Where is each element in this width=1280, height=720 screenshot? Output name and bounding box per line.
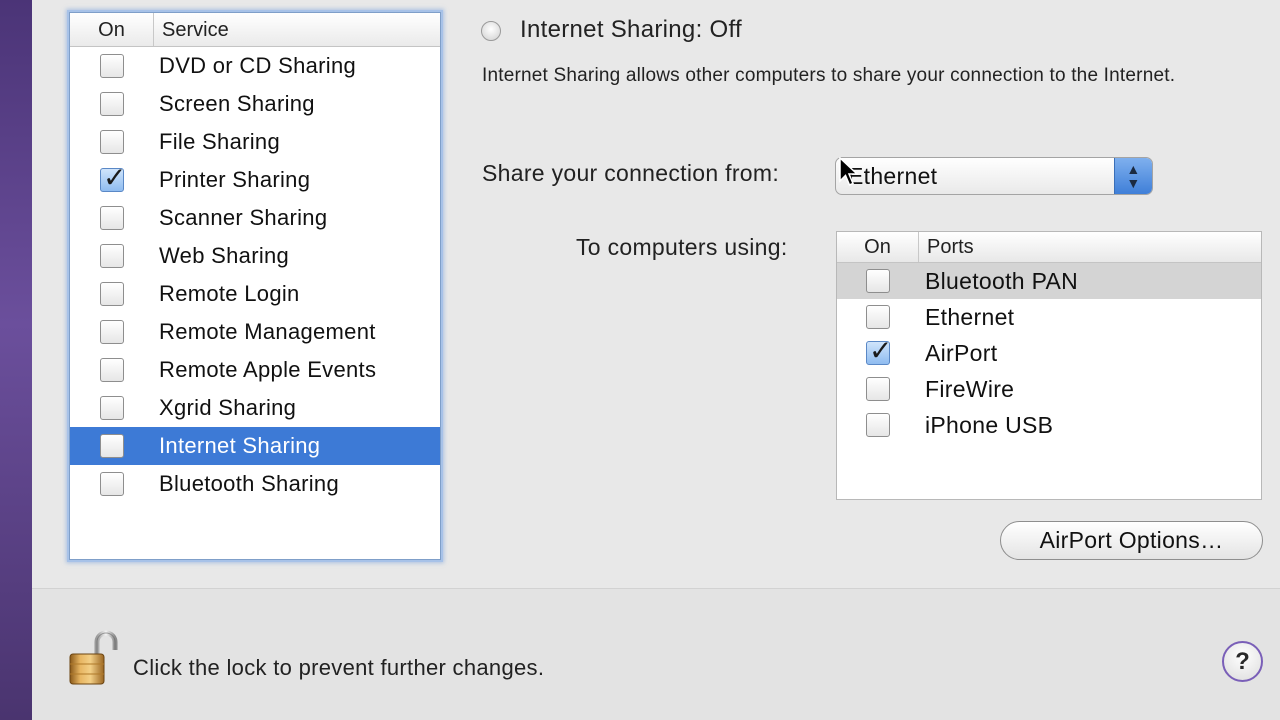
service-checkbox[interactable] xyxy=(100,320,124,344)
service-description: Internet Sharing allows other computers … xyxy=(482,65,1176,86)
service-checkbox-cell xyxy=(70,54,154,78)
service-row[interactable]: Internet Sharing xyxy=(70,427,440,465)
port-checkbox[interactable] xyxy=(866,269,890,293)
service-checkbox[interactable] xyxy=(100,472,124,496)
column-header-on[interactable]: On xyxy=(70,13,154,46)
port-label: Ethernet xyxy=(925,303,1015,330)
service-checkbox-cell xyxy=(70,434,154,458)
service-checkbox-cell xyxy=(70,244,154,268)
desktop-background xyxy=(0,0,32,720)
service-row[interactable]: Scanner Sharing xyxy=(70,199,440,237)
mouse-pointer-icon xyxy=(839,157,859,186)
port-checkbox[interactable] xyxy=(866,305,890,329)
service-checkbox-cell xyxy=(70,282,154,306)
service-label: Bluetooth Sharing xyxy=(159,471,340,496)
service-checkbox[interactable] xyxy=(100,358,124,382)
port-checkbox-cell xyxy=(837,377,919,401)
service-row[interactable]: Remote Apple Events xyxy=(70,351,440,389)
footer-bar xyxy=(32,588,1280,720)
service-row[interactable]: Screen Sharing xyxy=(70,85,440,123)
popup-arrows-icon: ▲ ▼ xyxy=(1114,158,1152,194)
service-checkbox-cell xyxy=(70,396,154,420)
port-label: Bluetooth PAN xyxy=(925,267,1079,294)
port-label: AirPort xyxy=(925,339,998,366)
service-row[interactable]: File Sharing xyxy=(70,123,440,161)
service-label: File Sharing xyxy=(159,129,280,154)
service-checkbox[interactable] xyxy=(100,396,124,420)
service-checkbox[interactable] xyxy=(100,282,124,306)
service-checkbox[interactable] xyxy=(100,161,127,194)
service-label: Xgrid Sharing xyxy=(159,395,297,420)
service-checkbox[interactable] xyxy=(100,434,124,458)
service-label: Printer Sharing xyxy=(159,167,311,192)
ports-rows: Bluetooth PAN Ethernet AirPort FireWire iPho… xyxy=(837,263,1261,443)
service-label: Scanner Sharing xyxy=(159,205,328,230)
services-list-header: On Service xyxy=(70,13,440,47)
service-label: Internet Sharing xyxy=(159,433,321,458)
service-row[interactable]: Web Sharing xyxy=(70,237,440,275)
service-checkbox-cell xyxy=(70,358,154,382)
services-rows: DVD or CD Sharing Screen Sharing File Shar… xyxy=(70,47,440,503)
service-checkbox-cell xyxy=(70,472,154,496)
service-row[interactable]: Xgrid Sharing xyxy=(70,389,440,427)
port-row[interactable]: iPhone USB xyxy=(837,407,1261,443)
ports-table[interactable]: On Ports Bluetooth PAN Ethernet AirPort Fir… xyxy=(836,231,1262,500)
port-checkbox-cell xyxy=(837,334,919,367)
port-checkbox-cell xyxy=(837,413,919,437)
airport-options-button[interactable]: AirPort Options… xyxy=(1000,521,1263,560)
port-row[interactable]: Ethernet xyxy=(837,299,1261,335)
service-checkbox-cell xyxy=(70,92,154,116)
service-checkbox[interactable] xyxy=(100,54,124,78)
service-checkbox[interactable] xyxy=(100,92,124,116)
port-row[interactable]: Bluetooth PAN xyxy=(837,263,1261,299)
service-checkbox[interactable] xyxy=(100,130,124,154)
port-checkbox[interactable] xyxy=(866,377,890,401)
column-header-service[interactable]: Service xyxy=(154,13,229,47)
unlocked-padlock-icon[interactable] xyxy=(67,630,121,688)
service-row[interactable]: Bluetooth Sharing xyxy=(70,465,440,503)
help-button[interactable]: ? xyxy=(1222,641,1263,682)
service-checkbox-cell xyxy=(70,161,154,194)
service-label: DVD or CD Sharing xyxy=(159,53,357,78)
ports-table-header: On Ports xyxy=(837,232,1261,263)
service-row[interactable]: Remote Login xyxy=(70,275,440,313)
port-checkbox-cell xyxy=(837,269,919,293)
service-checkbox-cell xyxy=(70,130,154,154)
port-checkbox[interactable] xyxy=(866,334,893,367)
service-label: Remote Login xyxy=(159,281,300,306)
column-header-on[interactable]: On xyxy=(837,232,919,262)
service-row[interactable]: Printer Sharing xyxy=(70,161,440,199)
share-from-popup[interactable]: Ethernet ▲ ▼ xyxy=(835,157,1153,195)
service-row[interactable]: Remote Management xyxy=(70,313,440,351)
to-computers-label: To computers using: xyxy=(576,234,788,260)
column-header-ports[interactable]: Ports xyxy=(919,232,974,263)
lock-status-text: Click the lock to prevent further change… xyxy=(133,655,545,680)
port-row[interactable]: FireWire xyxy=(837,371,1261,407)
service-checkbox-cell xyxy=(70,320,154,344)
service-label: Remote Management xyxy=(159,319,376,344)
service-label: Remote Apple Events xyxy=(159,357,377,382)
port-checkbox[interactable] xyxy=(866,413,890,437)
share-from-label: Share your connection from: xyxy=(482,160,780,186)
status-indicator-icon xyxy=(481,21,501,41)
service-row[interactable]: DVD or CD Sharing xyxy=(70,47,440,85)
share-from-value: Ethernet xyxy=(848,163,938,189)
service-status-title: Internet Sharing: Off xyxy=(520,16,742,43)
port-row[interactable]: AirPort xyxy=(837,334,1261,371)
port-label: iPhone USB xyxy=(925,411,1054,438)
port-checkbox-cell xyxy=(837,305,919,329)
service-checkbox[interactable] xyxy=(100,244,124,268)
service-label: Web Sharing xyxy=(159,243,290,268)
service-label: Screen Sharing xyxy=(159,91,315,116)
services-list[interactable]: On Service DVD or CD Sharing Screen Shari… xyxy=(69,12,441,560)
port-label: FireWire xyxy=(925,375,1015,402)
service-checkbox[interactable] xyxy=(100,206,124,230)
service-checkbox-cell xyxy=(70,206,154,230)
